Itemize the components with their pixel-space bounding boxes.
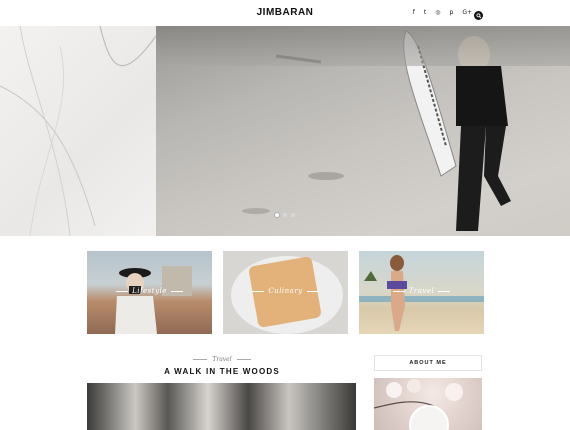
about-widget-image [374, 378, 482, 430]
slider-dot-2[interactable] [283, 213, 287, 217]
hero-slider[interactable] [0, 26, 570, 236]
site-logo[interactable]: JIMBARAN [0, 7, 570, 18]
google-plus-icon[interactable]: G+ [462, 10, 472, 16]
slide-hill-shading [156, 26, 570, 66]
search-icon [475, 12, 481, 18]
category-label: Lifestyle [87, 287, 212, 295]
slider-dot-1[interactable] [275, 213, 279, 217]
branches-graphic [0, 26, 157, 236]
category-label: Culinary [223, 287, 348, 295]
slider-pagination [275, 213, 295, 217]
category-label: Travel [359, 287, 484, 295]
twitter-icon[interactable]: t [424, 10, 426, 16]
search-button[interactable] [474, 11, 483, 20]
category-lifestyle[interactable]: Lifestyle [87, 251, 212, 334]
facebook-icon[interactable]: f [413, 10, 415, 16]
active-slide-image[interactable] [156, 26, 570, 236]
slider-dot-3[interactable] [291, 213, 295, 217]
social-links: f t ◎ p G+ [413, 10, 472, 16]
post-featured-image[interactable] [87, 383, 356, 430]
post-title[interactable]: A WALK IN THE WOODS [87, 367, 357, 376]
pinterest-icon[interactable]: p [450, 10, 454, 16]
instagram-icon[interactable]: ◎ [435, 10, 440, 16]
about-widget-title: ABOUT ME [374, 355, 482, 371]
post-category[interactable]: Travel [87, 356, 357, 363]
previous-slide-image[interactable] [0, 26, 157, 236]
site-header: JIMBARAN f t ◎ p G+ [0, 0, 570, 26]
category-grid: Lifestyle Culinary Travel [87, 251, 484, 334]
category-travel[interactable]: Travel [359, 251, 484, 334]
category-culinary[interactable]: Culinary [223, 251, 348, 334]
